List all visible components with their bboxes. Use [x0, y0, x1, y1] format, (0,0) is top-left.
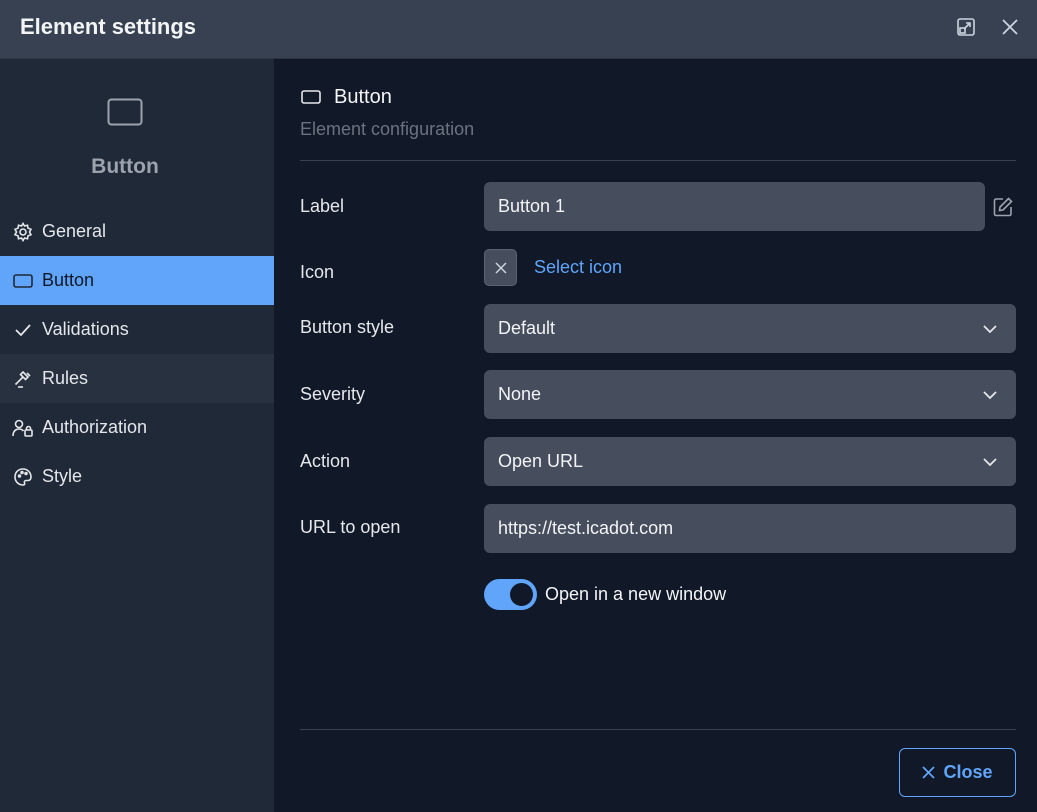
close-icon: [1002, 19, 1018, 35]
severity-select[interactable]: None: [484, 370, 1016, 419]
toggle-knob: [510, 583, 533, 606]
gear-icon: [12, 221, 34, 243]
divider: [300, 160, 1016, 161]
sidebar-item-label: Button: [42, 270, 95, 290]
hammer-icon: [12, 368, 34, 390]
icon-field-label: Icon: [300, 262, 335, 282]
button-rectangle-icon: [12, 270, 34, 292]
main-panel: Button Element configuration Label Butto…: [274, 59, 1037, 812]
button-rectangle-icon: [107, 98, 143, 126]
clear-icon-button[interactable]: [484, 249, 517, 286]
action-field-label: Action: [300, 451, 351, 471]
label-input[interactable]: Button 1: [484, 182, 985, 231]
select-icon-link[interactable]: Select icon: [534, 257, 622, 278]
button-style-select[interactable]: Default: [484, 304, 1016, 353]
section-title: Button: [334, 86, 392, 108]
action-select[interactable]: Open URL: [484, 437, 1016, 486]
sidebar-item-authorization[interactable]: Authorization: [0, 403, 274, 452]
sidebar-header-label: Button: [91, 155, 159, 178]
sidebar: Button General Button Validations Rules …: [0, 59, 274, 812]
sidebar-item-label: General: [42, 221, 107, 241]
open-new-window-label: Open in a new window: [545, 584, 727, 604]
close-icon: [494, 261, 507, 274]
chevron-down-icon: [983, 458, 997, 467]
sidebar-item-label: Validations: [42, 319, 129, 339]
check-icon: [12, 319, 34, 341]
close-icon: [922, 766, 936, 779]
button-rectangle-icon: [301, 90, 321, 104]
label-field-label: Label: [300, 196, 345, 216]
window-title: Element settings: [20, 14, 197, 39]
severity-value: None: [498, 384, 542, 404]
button-style-field-label: Button style: [300, 317, 395, 337]
button-style-value: Default: [498, 318, 556, 338]
sidebar-item-label: Authorization: [42, 417, 148, 437]
close-button[interactable]: Close: [899, 748, 1016, 797]
open-new-window-toggle[interactable]: [484, 579, 537, 610]
action-value: Open URL: [498, 451, 584, 471]
close-window-button[interactable]: [998, 15, 1022, 39]
sidebar-item-label: Style: [42, 466, 83, 486]
url-input[interactable]: https://test.icadot.com: [484, 504, 1016, 553]
chevron-down-icon: [983, 325, 997, 334]
section-subtitle: Element configuration: [300, 119, 475, 139]
palette-icon: [12, 466, 34, 488]
sidebar-item-style[interactable]: Style: [0, 452, 274, 501]
edit-icon: [993, 197, 1013, 217]
title-bar: Element settings: [0, 0, 1037, 59]
expand-icon: [957, 18, 975, 36]
sidebar-item-label: Rules: [42, 368, 89, 388]
sidebar-item-button[interactable]: Button: [0, 256, 274, 305]
sidebar-item-validations[interactable]: Validations: [0, 305, 274, 354]
footer-divider: [300, 729, 1016, 730]
sidebar-item-rules[interactable]: Rules: [0, 354, 274, 403]
severity-field-label: Severity: [300, 384, 366, 404]
edit-label-button[interactable]: [992, 196, 1014, 218]
expand-button[interactable]: [954, 15, 978, 39]
sidebar-item-general[interactable]: General: [0, 207, 274, 256]
url-field-label: URL to open: [300, 517, 401, 537]
user-lock-icon: [12, 417, 34, 439]
chevron-down-icon: [983, 391, 997, 400]
close-button-label: Close: [943, 762, 993, 782]
